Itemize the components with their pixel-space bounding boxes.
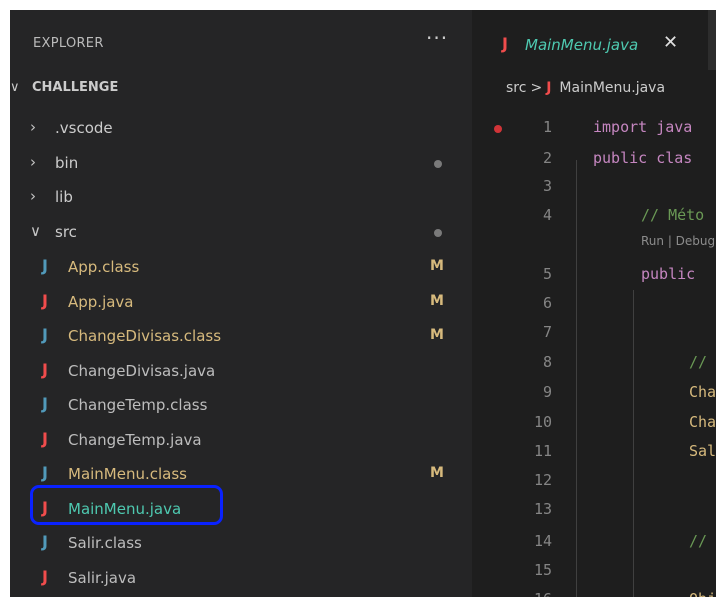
line-number: 16	[512, 590, 552, 597]
line-number: 15	[533, 561, 552, 579]
file-salir-class[interactable]: J Salir.class	[10, 526, 472, 560]
java-file-icon: J	[502, 34, 508, 53]
java-class-icon: J	[42, 463, 48, 482]
code-line: //	[689, 532, 716, 550]
line-number: 8	[542, 353, 552, 371]
line-number: 5	[542, 265, 552, 283]
chevron-down-icon: ∨	[30, 221, 41, 240]
selection-highlight-outline	[30, 485, 223, 525]
line-number: 1	[542, 118, 552, 136]
line-number: 12	[533, 471, 552, 489]
git-status-badge: M	[430, 465, 444, 481]
indent-guide	[576, 160, 577, 597]
code-editor: J MainMenu.java ✕ src > J MainMenu.java 1 im…	[476, 10, 716, 597]
folder-label: src	[55, 222, 77, 241]
file-app-java[interactable]: J App.java M	[10, 285, 472, 319]
java-class-icon: J	[42, 325, 48, 344]
code-line: import java	[593, 118, 693, 136]
line-number: 6	[542, 294, 552, 312]
modified-dot-icon	[434, 159, 442, 168]
explorer-title: EXPLORER	[33, 36, 104, 51]
file-label: App.class	[68, 258, 140, 276]
line-number: 2	[542, 149, 552, 167]
file-changedivisas-java[interactable]: J ChangeDivisas.java	[10, 354, 472, 388]
git-status-badge: M	[430, 258, 444, 274]
line-number: 3	[542, 177, 552, 195]
file-label: MainMenu.class	[68, 465, 187, 483]
file-salir-java[interactable]: J Salir.java	[10, 561, 472, 595]
close-icon[interactable]: ✕	[663, 32, 678, 53]
modified-dot-icon	[434, 228, 442, 237]
line-number: 9	[542, 383, 552, 401]
code-line: // Méto	[641, 206, 705, 224]
code-line: Sal	[689, 442, 716, 460]
java-file-icon: J	[42, 428, 48, 448]
chevron-right-icon: ›	[30, 152, 36, 171]
indent-guide	[633, 290, 634, 597]
explorer-sidebar: EXPLORER ··· ∨ CHALLENGE › .vscode › bin › li…	[10, 10, 472, 597]
breadcrumb: src > J MainMenu.java	[506, 80, 665, 96]
ellipsis-icon[interactable]: ···	[426, 26, 448, 50]
tab-bar: J MainMenu.java ✕	[476, 10, 716, 70]
git-status-badge: M	[430, 327, 444, 343]
java-file-icon: J	[546, 80, 552, 96]
java-file-icon: J	[42, 566, 48, 586]
tab-mainmenu-java[interactable]: J MainMenu.java ✕	[476, 10, 708, 70]
line-number: 13	[533, 500, 552, 518]
breadcrumb-folder[interactable]: src	[506, 80, 526, 96]
root-folder-label: CHALLENGE	[32, 80, 119, 95]
file-changetemp-java[interactable]: J ChangeTemp.java	[10, 423, 472, 457]
folder-label: .vscode	[55, 119, 113, 137]
folder-vscode[interactable]: › .vscode	[10, 112, 472, 146]
breadcrumb-file[interactable]: MainMenu.java	[559, 80, 665, 96]
line-number: 7	[542, 323, 552, 341]
code-line: //	[689, 353, 716, 371]
file-label: ChangeTemp.java	[68, 430, 202, 449]
tab-label: MainMenu.java	[525, 36, 639, 54]
line-number: 11	[533, 442, 552, 460]
folder-src[interactable]: ∨ src	[10, 216, 472, 250]
file-changedivisas-class[interactable]: J ChangeDivisas.class M	[10, 319, 472, 353]
java-file-icon: J	[42, 290, 48, 310]
line-number: 4	[542, 206, 552, 224]
code-line: Obj	[689, 590, 716, 597]
folder-label: bin	[55, 153, 79, 172]
file-label: App.java	[68, 292, 134, 311]
root-folder[interactable]: ∨ CHALLENGE	[10, 76, 472, 100]
file-label: ChangeTemp.class	[68, 396, 208, 414]
java-class-icon: J	[42, 394, 48, 413]
code-line: public	[641, 265, 705, 283]
chevron-down-icon: ∨	[10, 80, 20, 95]
folder-lib[interactable]: › lib	[10, 181, 472, 215]
code-line: public clas	[593, 149, 693, 167]
file-label: Salir.java	[68, 568, 137, 587]
java-class-icon: J	[42, 256, 48, 275]
chevron-right-icon: ›	[30, 187, 36, 205]
folder-bin[interactable]: › bin	[10, 147, 472, 181]
file-label: ChangeDivisas.class	[68, 327, 222, 345]
code-line: Cha	[689, 413, 716, 431]
file-changetemp-class[interactable]: J ChangeTemp.class	[10, 388, 472, 422]
chevron-right-icon: ›	[30, 118, 36, 136]
file-app-class[interactable]: J App.class M	[10, 250, 472, 284]
vscode-window: EXPLORER ··· ∨ CHALLENGE › .vscode › bin › li…	[10, 10, 716, 597]
java-class-icon: J	[42, 532, 48, 551]
java-file-icon: J	[42, 359, 48, 379]
line-number: 10	[533, 413, 552, 431]
code-line: Cha	[689, 383, 716, 401]
git-status-badge: M	[430, 292, 444, 309]
file-label: Salir.class	[68, 534, 142, 552]
file-label: ChangeDivisas.java	[68, 361, 216, 380]
breakpoint-icon[interactable]	[494, 125, 502, 133]
codelens-run-debug[interactable]: Run | Debug	[641, 234, 715, 248]
folder-label: lib	[55, 188, 73, 206]
line-number: 14	[533, 532, 552, 550]
chevron-right-icon: >	[530, 80, 543, 96]
